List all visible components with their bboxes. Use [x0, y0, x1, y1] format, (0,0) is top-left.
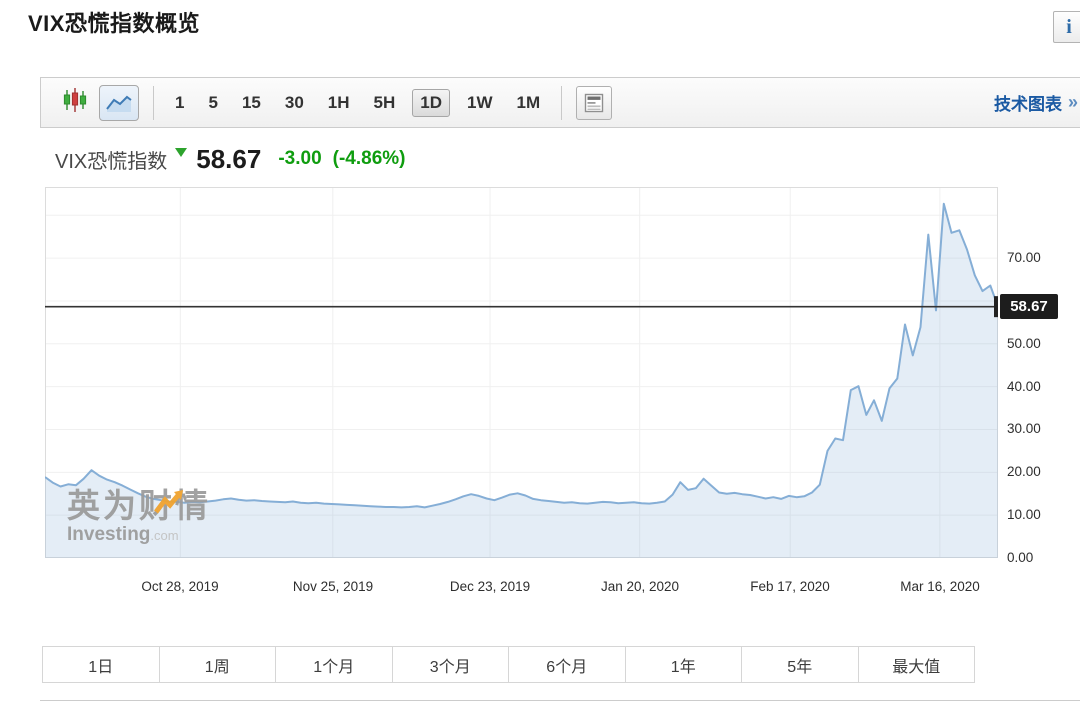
price-change: -3.00 [278, 148, 321, 170]
range-button-6month[interactable]: 6个月 [509, 647, 626, 682]
range-button-1day[interactable]: 1日 [43, 647, 160, 682]
range-button-1week[interactable]: 1周 [160, 647, 277, 682]
info-icon: i [1066, 16, 1072, 39]
y-axis-label: 70.00 [1007, 249, 1041, 267]
interval-15[interactable]: 15 [235, 90, 268, 116]
x-axis-label: Nov 25, 2019 [293, 579, 373, 594]
y-axis-label: 40.00 [1007, 378, 1041, 396]
info-button[interactable]: i [1053, 11, 1080, 43]
y-axis-label: 50.00 [1007, 335, 1041, 353]
line-chart-icon [105, 92, 133, 114]
watermark-bolt-icon [154, 490, 184, 516]
technical-chart-link[interactable]: 技术图表 » [994, 90, 1078, 115]
interval-30[interactable]: 30 [278, 90, 311, 116]
candlestick-chart-button[interactable] [62, 87, 88, 118]
watermark: 英为财情 Investing.com [67, 488, 211, 546]
quote-panel-button[interactable] [576, 86, 612, 120]
line-chart-button[interactable] [99, 85, 139, 121]
range-button-3month[interactable]: 3个月 [393, 647, 510, 682]
last-price: 58.67 [196, 144, 261, 175]
interval-1m[interactable]: 1M [509, 90, 547, 116]
range-selector: 1日1周1个月3个月6个月1年5年最大值 [42, 646, 975, 683]
interval-5[interactable]: 5 [201, 90, 224, 116]
toolbar-separator [153, 86, 154, 120]
down-arrow-icon [175, 148, 187, 157]
bottom-divider [40, 700, 1080, 701]
watermark-cn-text: 英为财情 [67, 488, 211, 524]
range-button-1month[interactable]: 1个月 [276, 647, 393, 682]
double-chevron-right-icon: » [1068, 92, 1078, 113]
y-axis-label: 10.00 [1007, 506, 1041, 524]
x-axis-label: Oct 28, 2019 [141, 579, 218, 594]
instrument-name: VIX恐慌指数 [55, 145, 167, 174]
page-title: VIX恐慌指数概览 [28, 6, 200, 38]
watermark-domain-text: .com [150, 528, 178, 543]
interval-1[interactable]: 1 [168, 90, 191, 116]
quote-header: VIX恐慌指数 58.67 -3.00 (-4.86%) [55, 141, 406, 177]
x-axis-label: Mar 16, 2020 [900, 579, 980, 594]
range-button-5year[interactable]: 5年 [742, 647, 859, 682]
x-axis-label: Jan 20, 2020 [601, 579, 679, 594]
watermark-en-text: Investing [67, 524, 150, 545]
y-axis-label: 0.00 [1007, 549, 1033, 567]
current-price-badge: 58.67 [1000, 294, 1058, 319]
candlestick-icon [62, 87, 88, 113]
interval-1d[interactable]: 1D [412, 89, 450, 117]
y-axis-label: 20.00 [1007, 463, 1041, 481]
interval-1w[interactable]: 1W [460, 90, 500, 116]
range-button-max[interactable]: 最大值 [859, 647, 975, 682]
technical-chart-link-label: 技术图表 [994, 90, 1062, 115]
chart-toolbar: 15 15 30 1H 5H 1D 1W 1M 技术图表 » [40, 77, 1080, 128]
y-axis-label: 30.00 [1007, 420, 1041, 438]
current-price-tick [994, 296, 998, 317]
price-change-percent: (-4.86%) [333, 148, 406, 170]
toolbar-separator [561, 86, 562, 120]
interval-group: 15 15 30 1H 5H 1D 1W 1M [168, 89, 547, 117]
interval-5h[interactable]: 5H [367, 90, 403, 116]
interval-1h[interactable]: 1H [321, 90, 357, 116]
x-axis-label: Feb 17, 2020 [750, 579, 830, 594]
x-axis-label: Dec 23, 2019 [450, 579, 530, 594]
quote-panel-icon [583, 92, 605, 114]
range-button-1year[interactable]: 1年 [626, 647, 743, 682]
